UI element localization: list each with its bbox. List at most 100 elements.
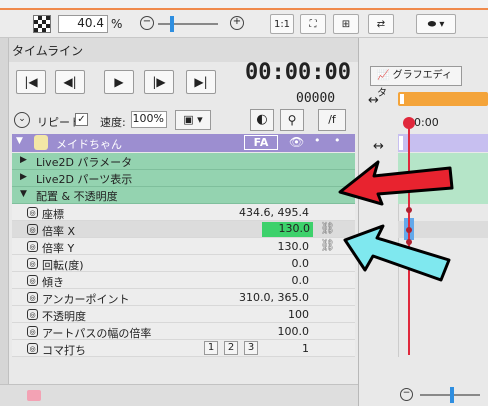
key-icon[interactable]: ◎ xyxy=(27,326,38,337)
link-icon[interactable]: ⛓ xyxy=(320,221,335,235)
onion-skin-icon[interactable]: ◐ xyxy=(250,109,274,131)
property-label: 不透明度 xyxy=(42,310,86,323)
property-value[interactable]: 100 xyxy=(288,308,309,321)
key-icon[interactable]: ◎ xyxy=(27,292,38,303)
collapse-icon[interactable]: ▼ xyxy=(20,189,27,199)
property-row[interactable]: ◎ アンカーポイント 310.0, 365.0 xyxy=(12,289,355,306)
group-row[interactable]: ▶ Live2D パラメータ xyxy=(12,153,355,170)
group-row[interactable]: ▶ Live2D パーツ表示 xyxy=(12,170,355,187)
layer-avatar xyxy=(34,135,48,150)
property-row[interactable]: ◎ 座標 434.6, 495.4 xyxy=(12,204,355,221)
go-to-start-button[interactable]: |◀ xyxy=(16,70,46,94)
zoom-out-icon[interactable]: − xyxy=(140,16,154,30)
collapse-all-icon[interactable]: ⌄ xyxy=(14,112,30,128)
property-row[interactable]: ◎ 回転(度) 0.0 xyxy=(12,255,355,272)
group-row[interactable]: ▼ 配置 & 不透明度 xyxy=(12,187,355,204)
group-label: 配置 & 不透明度 xyxy=(36,190,118,203)
time-label: 0:00 xyxy=(414,116,439,129)
property-label: 回転(度) xyxy=(42,259,84,272)
fit-icon[interactable]: ⛶ xyxy=(300,14,326,34)
koma-button-1[interactable]: 1 xyxy=(204,341,218,355)
work-area-bar[interactable] xyxy=(398,92,488,106)
flip-icon[interactable]: ⇄ xyxy=(368,14,394,34)
tab-timeline[interactable]: タイムライン xyxy=(12,42,83,59)
key-icon[interactable]: ◎ xyxy=(27,241,38,252)
property-value-field[interactable]: 130.0 xyxy=(262,222,313,237)
key-icon[interactable]: ◎ xyxy=(27,258,38,269)
property-row[interactable]: ◎ 傾き 0.0 xyxy=(12,272,355,289)
property-row[interactable]: ◎ 倍率 X 130.0 ⛓ xyxy=(12,221,355,238)
speed-field[interactable]: 100% xyxy=(131,111,167,128)
canvas-edge xyxy=(0,0,488,10)
track-handle[interactable] xyxy=(399,136,403,150)
key-icon[interactable]: ◎ xyxy=(27,224,38,235)
timeline-zoom-out-icon[interactable]: − xyxy=(400,388,413,401)
zoom-field[interactable]: 40.4 xyxy=(58,15,108,33)
expand-icon[interactable]: ▶ xyxy=(20,155,27,165)
play-button[interactable]: ▶ xyxy=(104,70,134,94)
property-value[interactable]: 0.0 xyxy=(292,274,310,287)
property-value[interactable]: 1 xyxy=(302,342,309,355)
property-value[interactable]: 310.0, 365.0 xyxy=(239,291,309,304)
property-value[interactable]: 434.6, 495.4 xyxy=(239,206,309,219)
expand-horizontal-icon[interactable]: ↔ xyxy=(373,139,384,154)
graph-editor-button[interactable]: 📈 グラフエディタ xyxy=(370,66,462,99)
zoom-slider[interactable] xyxy=(158,23,218,25)
cyan-arrow-annotation xyxy=(343,224,451,282)
layer-track[interactable] xyxy=(398,134,488,152)
property-label: 傾き xyxy=(42,276,64,289)
work-area-handle[interactable] xyxy=(400,94,404,104)
expand-icon[interactable]: ▶ xyxy=(20,172,27,182)
robot-icon[interactable]: ▣ ▾ xyxy=(175,110,211,130)
property-label: アートパスの幅の倍率 xyxy=(42,327,152,340)
property-value[interactable]: 0.0 xyxy=(292,257,310,270)
expand-horizontal-icon[interactable]: ↔ xyxy=(368,93,379,108)
group-label: Live2D パラメータ xyxy=(36,156,133,169)
property-value[interactable]: 100.0 xyxy=(278,325,310,338)
repeat-checkbox[interactable]: ✓ xyxy=(75,113,88,126)
property-label: 座標 xyxy=(42,208,64,221)
key-icon[interactable]: ◎ xyxy=(27,207,38,218)
ratio-label: 1:1 xyxy=(273,18,291,30)
property-label: 倍率 Y xyxy=(42,242,75,255)
speed-value: 100% xyxy=(132,112,164,125)
folder-icon[interactable] xyxy=(27,390,41,401)
zoom-slider-thumb[interactable] xyxy=(170,16,174,32)
toggle-icon[interactable]: ⬬ ▾ xyxy=(416,14,456,34)
side-strip xyxy=(0,38,9,406)
layer-expand-icon[interactable]: ▼ xyxy=(16,136,23,146)
property-value[interactable]: 130.0 xyxy=(278,240,310,253)
layer-row[interactable]: ▼ メイドちゃん FA 👁 • • xyxy=(12,134,355,152)
red-arrow-annotation xyxy=(338,160,454,206)
pin-icon[interactable]: ⚲ xyxy=(280,109,304,131)
next-frame-button[interactable]: |▶ xyxy=(144,70,174,94)
visibility-icon[interactable]: 👁 xyxy=(289,135,304,149)
layer-fa-badge[interactable]: FA xyxy=(244,135,278,150)
timeline-zoom-thumb[interactable] xyxy=(450,387,454,403)
property-row[interactable]: ◎ 倍率 Y 130.0 ⛓ xyxy=(12,238,355,255)
f-button[interactable]: /f xyxy=(318,109,346,131)
layer-name: メイドちゃん xyxy=(56,138,122,151)
dot-icon[interactable]: • xyxy=(334,134,341,147)
property-row[interactable]: ◎ アートパスの幅の倍率 100.0 xyxy=(12,323,355,340)
link-icon[interactable]: ⛓ xyxy=(320,238,335,252)
dot-icon[interactable]: • xyxy=(314,134,321,147)
key-icon[interactable]: ◎ xyxy=(27,275,38,286)
property-row[interactable]: ◎ コマ打ち 1 2 3 1 xyxy=(12,340,355,357)
key-icon[interactable]: ◎ xyxy=(27,343,38,354)
go-to-end-button[interactable]: ▶| xyxy=(186,70,216,94)
zoom-in-icon[interactable]: + xyxy=(230,16,244,30)
zoom-value: 40.4 xyxy=(77,16,104,30)
playhead-handle[interactable] xyxy=(403,117,415,129)
koma-button-3[interactable]: 3 xyxy=(244,341,258,355)
prev-frame-button[interactable]: ◀| xyxy=(55,70,85,94)
property-row[interactable]: ◎ 不透明度 100 xyxy=(12,306,355,323)
grid-icon[interactable]: ⊞ xyxy=(333,14,359,34)
time-ruler[interactable]: 0:00 xyxy=(359,112,488,132)
key-icon[interactable]: ◎ xyxy=(27,309,38,320)
koma-button-2[interactable]: 2 xyxy=(224,341,238,355)
checker-icon[interactable] xyxy=(33,15,51,33)
keyframe-dot[interactable] xyxy=(406,207,412,213)
frame-counter: 00000 xyxy=(296,91,336,106)
ratio-1-1-button[interactable]: 1:1 xyxy=(270,14,294,34)
